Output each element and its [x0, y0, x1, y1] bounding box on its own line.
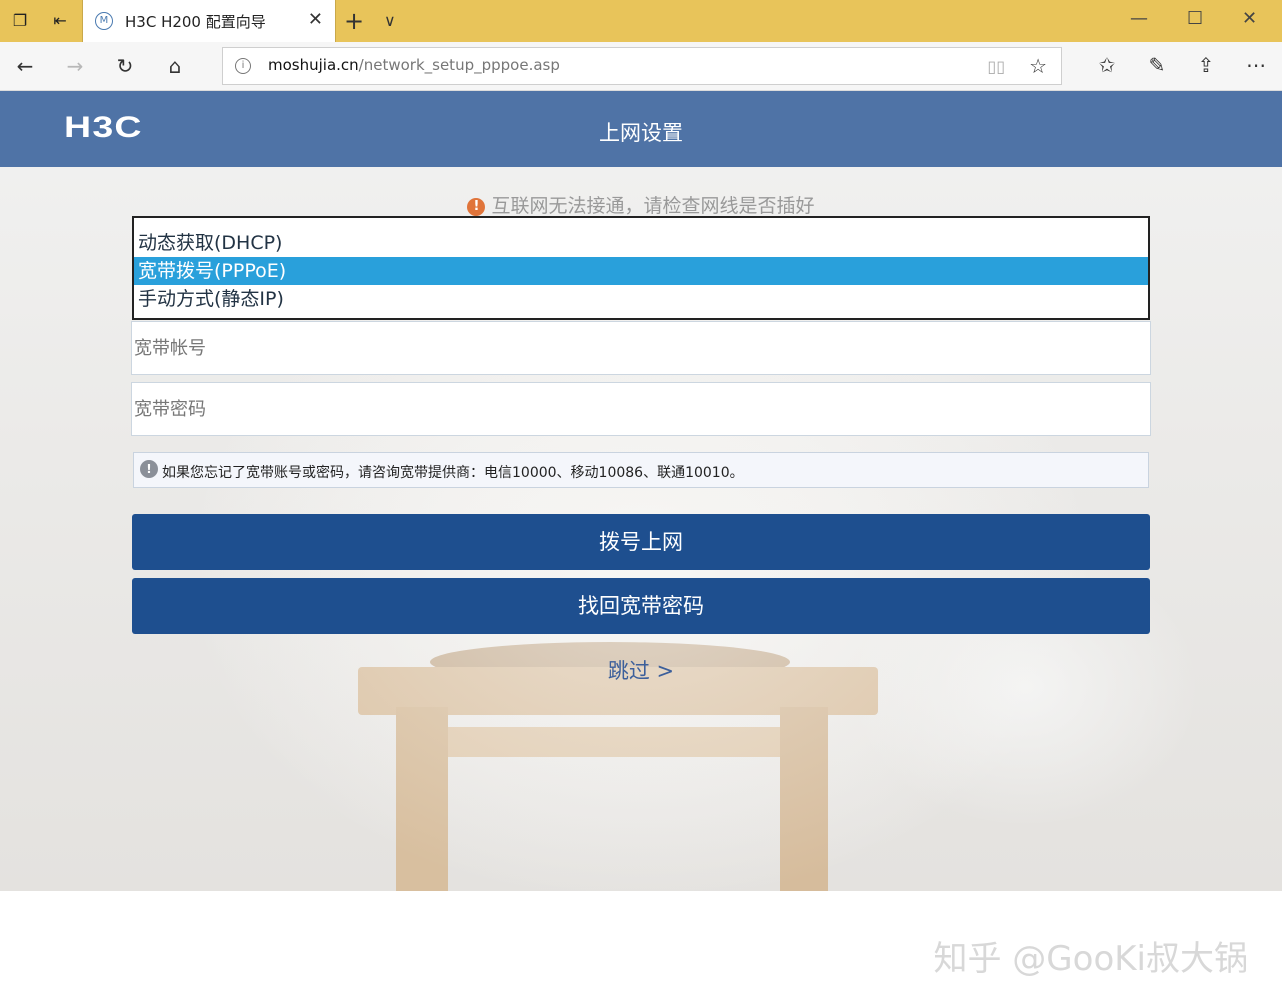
option-pppoe[interactable]: 宽带拨号(PPPoE): [134, 257, 1148, 285]
watermark: 知乎 @GooKi叔大锅: [933, 939, 1249, 979]
info-icon: !: [140, 460, 158, 478]
close-tab-icon[interactable]: ✕: [308, 9, 323, 30]
reading-view-icon[interactable]: ▯▯: [987, 57, 1005, 76]
page-footer: 知乎 @GooKi叔大锅: [0, 891, 1282, 1002]
setup-content: ! 互联网无法接通，请检查网线是否插好 动态获取(DHCP) 宽带拨号(PPPoE…: [0, 167, 1282, 891]
help-tip: ! 如果您忘记了宽带账号或密码，请咨询宽带提供商：电信10000、移动10086…: [133, 452, 1149, 488]
help-tip-text: 如果您忘记了宽带账号或密码，请咨询宽带提供商：电信10000、移动10086、联…: [162, 465, 744, 481]
account-field-box: [131, 321, 1151, 375]
info-icon[interactable]: i: [235, 58, 251, 74]
set-aside-tabs-icon[interactable]: ⇤: [50, 11, 70, 31]
browser-nav-bar: ← → ↻ ⌂ i moshujia.cn/network_setup_pppo…: [0, 42, 1282, 91]
browser-tab-bar: ❐ ⇤ M H3C H200 配置向导 ✕ + ∨ — ☐ ✕: [0, 0, 1282, 43]
tab-title: H3C H200 配置向导: [125, 13, 266, 31]
broadband-password-input[interactable]: [132, 383, 1150, 435]
new-tab-icon[interactable]: +: [344, 7, 364, 35]
home-icon[interactable]: ⌂: [162, 53, 188, 79]
more-icon[interactable]: ⋯: [1243, 52, 1269, 78]
forward-icon[interactable]: →: [62, 53, 88, 79]
option-dhcp[interactable]: 动态获取(DHCP): [134, 229, 1148, 257]
site-favicon-icon: M: [95, 12, 113, 30]
minimize-icon[interactable]: —: [1130, 8, 1148, 29]
window-close-icon[interactable]: ✕: [1242, 8, 1257, 29]
favorite-star-icon[interactable]: ☆: [1029, 54, 1047, 78]
page-header: H3C 上网设置: [0, 91, 1282, 167]
tab-manager-icon[interactable]: ❐: [10, 11, 30, 31]
option-static-ip[interactable]: 手动方式(静态IP): [134, 285, 1148, 313]
url-text[interactable]: moshujia.cn/network_setup_pppoe.asp: [268, 56, 560, 74]
broadband-account-input[interactable]: [132, 322, 1150, 374]
favorites-list-icon[interactable]: ✩: [1094, 52, 1120, 78]
address-bar[interactable]: i moshujia.cn/network_setup_pppoe.asp ▯▯…: [222, 47, 1062, 85]
dial-button[interactable]: 拨号上网: [132, 514, 1150, 570]
recover-password-button[interactable]: 找回宽带密码: [132, 578, 1150, 634]
page-title: 上网设置: [599, 121, 683, 145]
maximize-icon[interactable]: ☐: [1187, 8, 1203, 29]
refresh-icon[interactable]: ↻: [112, 53, 138, 79]
connection-warning-text: 互联网无法接通，请检查网线是否插好: [491, 195, 815, 217]
password-field-box: [131, 382, 1151, 436]
connection-type-list[interactable]: 动态获取(DHCP) 宽带拨号(PPPoE) 手动方式(静态IP): [132, 216, 1150, 320]
skip-link[interactable]: 跳过 >: [0, 655, 1282, 685]
pen-icon[interactable]: ✎: [1144, 52, 1170, 78]
back-icon[interactable]: ←: [12, 53, 38, 79]
share-icon[interactable]: ⇪: [1193, 52, 1219, 78]
browser-tab[interactable]: M H3C H200 配置向导 ✕: [82, 0, 336, 42]
chevron-down-icon[interactable]: ∨: [384, 11, 396, 30]
connection-warning: ! 互联网无法接通，请检查网线是否插好: [0, 191, 1282, 218]
warning-icon: !: [467, 198, 486, 216]
